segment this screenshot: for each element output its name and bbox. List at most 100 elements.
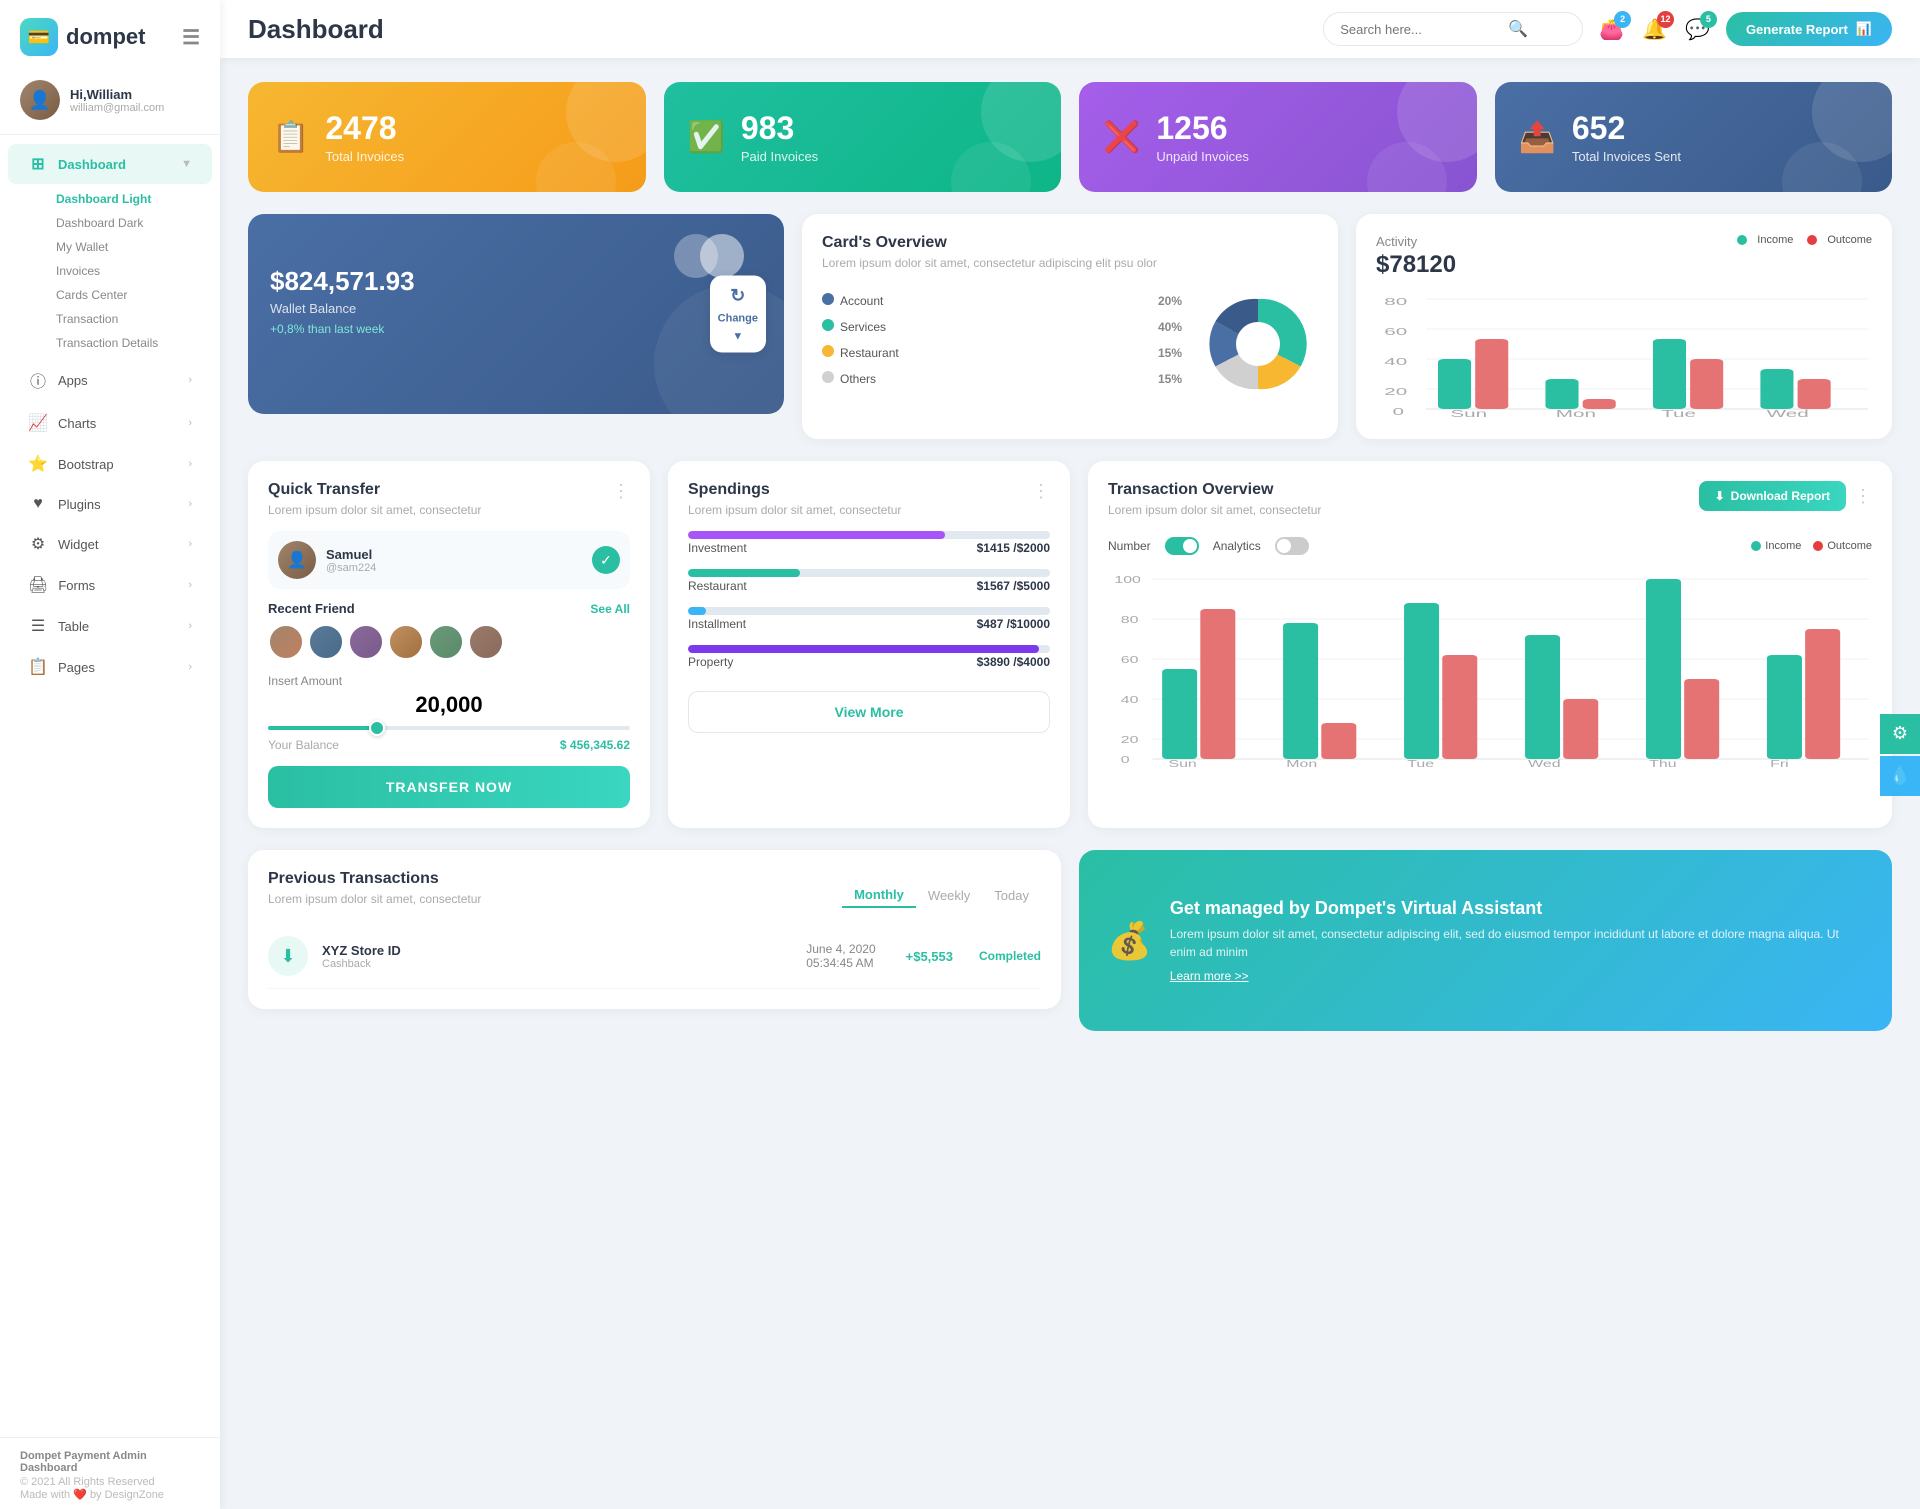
user-info: Hi,William william@gmail.com — [70, 87, 164, 114]
sub-item-cards-center[interactable]: Cards Center — [48, 283, 220, 307]
va-content: Get managed by Dompet's Virtual Assistan… — [1170, 898, 1864, 983]
sidebar-item-forms[interactable]: 🖨 Forms › — [8, 565, 212, 605]
bell-badge[interactable]: 🔔 12 — [1642, 17, 1667, 42]
svg-text:Mon: Mon — [1556, 408, 1596, 419]
friend-avatar-1 — [268, 624, 304, 660]
theme-float-button[interactable]: 💧 — [1880, 756, 1920, 796]
search-icon[interactable]: 🔍 — [1508, 19, 1528, 39]
txn-legend: Income Outcome — [1751, 540, 1872, 552]
svg-text:60: 60 — [1121, 654, 1139, 665]
chat-badge[interactable]: 💬 5 — [1685, 17, 1710, 42]
search-input[interactable] — [1340, 22, 1500, 37]
apps-label: Apps — [58, 373, 88, 388]
svg-text:80: 80 — [1121, 614, 1139, 625]
analytics-toggle[interactable] — [1275, 537, 1309, 555]
sidebar-item-plugins[interactable]: ♥ Plugins › — [8, 485, 212, 523]
change-label: Change — [718, 313, 758, 325]
svg-text:Sun: Sun — [1168, 758, 1196, 769]
balance-label: Your Balance — [268, 738, 339, 752]
svg-text:Tue: Tue — [1661, 408, 1696, 419]
hamburger-icon[interactable]: ☰ — [182, 25, 200, 50]
income-legend: Income — [1737, 234, 1793, 246]
sub-item-transaction-details[interactable]: Transaction Details — [48, 331, 220, 355]
charts-label: Charts — [58, 416, 96, 431]
chevron-right-icon7: › — [188, 620, 192, 632]
balance-row: Your Balance $ 456,345.62 — [268, 738, 630, 752]
contact-row: 👤 Samuel @sam224 ✓ — [268, 531, 630, 589]
sub-item-dashboard-light[interactable]: Dashboard Light — [48, 187, 220, 211]
paid-invoices-label: Paid Invoices — [741, 149, 818, 164]
legend-restaurant-pct: 15% — [1158, 346, 1182, 360]
widget-icon: ⚙ — [28, 534, 48, 554]
virtual-assistant-banner: 💰 Get managed by Dompet's Virtual Assist… — [1079, 850, 1892, 1031]
sidebar-item-charts[interactable]: 📈 Charts › — [8, 403, 212, 443]
txn-row-name: XYZ Store ID — [322, 943, 401, 958]
legend-account-pct: 20% — [1158, 294, 1182, 308]
sub-item-dashboard-dark[interactable]: Dashboard Dark — [48, 211, 220, 235]
spendings-menu-icon[interactable]: ⋮ — [1032, 481, 1050, 502]
va-title: Get managed by Dompet's Virtual Assistan… — [1170, 898, 1864, 919]
gear-icon: ⚙ — [1892, 723, 1908, 744]
transfer-now-button[interactable]: TRANSFER NOW — [268, 766, 630, 808]
wallet-badge-count: 2 — [1614, 11, 1631, 28]
transaction-overview-card: Transaction Overview Lorem ipsum dolor s… — [1088, 461, 1892, 828]
legend-services: Services 40% — [822, 318, 1182, 336]
svg-text:0: 0 — [1121, 754, 1130, 765]
sidebar-item-dashboard[interactable]: ⊞ Dashboard ▼ — [8, 144, 212, 184]
sub-item-my-wallet[interactable]: My Wallet — [48, 235, 220, 259]
amount-value: 20,000 — [268, 692, 630, 718]
total-invoices-label: Total Invoices — [325, 149, 404, 164]
sub-item-invoices[interactable]: Invoices — [48, 259, 220, 283]
spending-restaurant: Restaurant $1567 /$5000 — [688, 569, 1050, 593]
recent-friends-section: Recent Friend See All — [268, 601, 630, 616]
amount-slider[interactable] — [268, 726, 630, 730]
pie-chart — [1198, 284, 1318, 404]
legend-restaurant: Restaurant 15% — [822, 344, 1182, 362]
see-all-link[interactable]: See All — [590, 602, 630, 616]
tab-monthly[interactable]: Monthly — [842, 883, 916, 908]
last-row: Previous Transactions Lorem ipsum dolor … — [248, 850, 1892, 1031]
va-learn-more-link[interactable]: Learn more >> — [1170, 969, 1864, 983]
stat-total-sent: 📤 652 Total Invoices Sent — [1495, 82, 1893, 192]
generate-report-button[interactable]: Generate Report 📊 — [1726, 12, 1892, 46]
settings-float-button[interactable]: ⚙ — [1880, 714, 1920, 754]
prev-txn-subtitle: Lorem ipsum dolor sit amet, consectetur — [268, 892, 481, 906]
view-more-button[interactable]: View More — [688, 691, 1050, 733]
sidebar-item-apps[interactable]: ⓘ Apps › — [8, 358, 212, 402]
spending-property-label: Property — [688, 655, 733, 669]
chevron-down-small-icon: ▼ — [732, 331, 743, 343]
txn-row-date: June 4, 2020 05:34:45 AM — [806, 942, 875, 970]
change-button[interactable]: ↻ Change ▼ — [710, 276, 766, 353]
spendings-card: Spendings Lorem ipsum dolor sit amet, co… — [668, 461, 1070, 828]
quick-transfer-menu-icon[interactable]: ⋮ — [612, 481, 630, 502]
svg-text:20: 20 — [1121, 734, 1139, 745]
toggle-number-label: Number — [1108, 539, 1151, 553]
legend-restaurant-label: Restaurant — [840, 346, 899, 360]
footer-brand: Dompet Payment Admin Dashboard — [20, 1450, 200, 1474]
spending-investment: Investment $1415 /$2000 — [688, 531, 1050, 555]
sub-item-transaction[interactable]: Transaction — [48, 307, 220, 331]
footer-copyright: © 2021 All Rights Reserved — [20, 1476, 200, 1488]
sidebar-item-bootstrap[interactable]: ⭐ Bootstrap › — [8, 444, 212, 484]
amount-label: Insert Amount — [268, 674, 630, 688]
friend-avatar-6 — [468, 624, 504, 660]
txn-date-value: June 4, 2020 — [806, 942, 875, 956]
txn-overview-menu-icon[interactable]: ⋮ — [1854, 486, 1872, 507]
svg-text:Mon: Mon — [1286, 758, 1317, 769]
chevron-right-icon4: › — [188, 498, 192, 510]
wallet-badge[interactable]: 👛 2 — [1599, 17, 1624, 42]
tab-today[interactable]: Today — [982, 883, 1041, 908]
forms-icon: 🖨 — [28, 575, 48, 595]
sidebar-item-table[interactable]: ☰ Table › — [8, 606, 212, 646]
generate-report-label: Generate Report — [1746, 22, 1848, 37]
number-toggle[interactable] — [1165, 537, 1199, 555]
download-report-button[interactable]: ⬇ Download Report — [1699, 481, 1846, 511]
sidebar-item-pages[interactable]: 📋 Pages › — [8, 647, 212, 687]
tab-weekly[interactable]: Weekly — [916, 883, 982, 908]
logo-icon: 💳 — [20, 18, 58, 56]
spendings-subtitle: Lorem ipsum dolor sit amet, consectetur — [688, 503, 901, 517]
txn-row-icon: ⬇ — [268, 936, 308, 976]
sidebar-item-widget[interactable]: ⚙ Widget › — [8, 524, 212, 564]
legend-account-label: Account — [840, 294, 883, 308]
spending-restaurant-label: Restaurant — [688, 579, 747, 593]
